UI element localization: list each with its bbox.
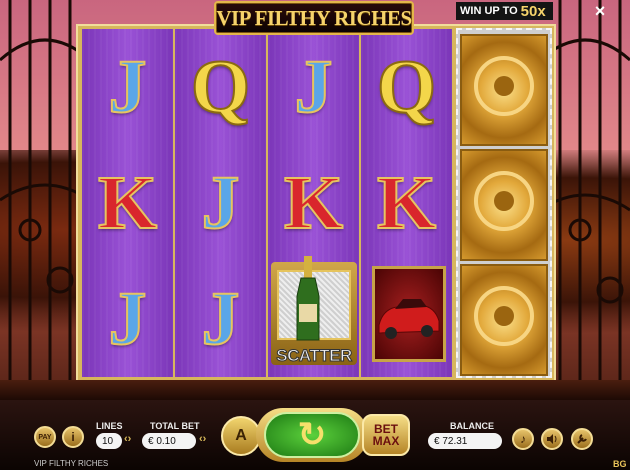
paytable-button[interactable]: PAY <box>34 426 56 448</box>
symbol-J: J <box>108 277 148 361</box>
scatter-label: SCATTER <box>276 346 353 366</box>
spin-button[interactable]: ↻ <box>264 412 360 458</box>
red-car-icon <box>378 299 440 339</box>
reel-2: Q J J <box>175 29 266 377</box>
car-background <box>375 269 443 359</box>
win-up-badge: WIN UP TO 50x <box>456 2 553 20</box>
info-button[interactable]: i <box>62 426 84 448</box>
lines-label: LINES <box>96 421 123 431</box>
symbol-J: J <box>201 161 241 245</box>
reel-grid: J K J Q J J J K SCATTER Q K <box>82 29 452 377</box>
symbol-J: J <box>201 277 241 361</box>
symbol-Q: Q <box>376 45 437 129</box>
symbol-K: K <box>97 161 158 245</box>
wrench-icon[interactable] <box>571 428 593 450</box>
symbol-J: J <box>108 45 148 129</box>
music-icon[interactable]: ♪ <box>512 428 534 450</box>
win-up-prefix: WIN UP TO <box>460 5 518 17</box>
reel-4: Q K <box>361 29 452 377</box>
vault-door-icon <box>460 34 548 146</box>
footer-game-name: VIP FILTHY RICHES <box>34 459 109 468</box>
symbol-J: J <box>294 45 334 129</box>
reel-1: J K J <box>82 29 173 377</box>
close-icon[interactable]: × <box>590 1 610 21</box>
lines-stepper-icon[interactable]: ‹› <box>124 433 131 445</box>
symbol-K: K <box>283 161 344 245</box>
symbol-Q: Q <box>190 45 251 129</box>
autoplay-button[interactable]: A <box>221 416 261 456</box>
champagne-bottle-icon <box>296 256 320 341</box>
provider-logo: BG <box>613 459 627 469</box>
vault-door-icon <box>460 264 548 376</box>
symbol-scatter: SCATTER <box>271 256 357 366</box>
symbol-K: K <box>376 161 437 245</box>
symbol-car <box>372 266 446 362</box>
bet-max-button[interactable]: BET MAX <box>362 414 410 456</box>
bet-stepper-icon[interactable]: ‹› <box>199 433 206 445</box>
total-bet-label: TOTAL BET <box>150 421 200 431</box>
win-up-value: 50x <box>520 2 546 20</box>
speaker-icon[interactable] <box>541 428 563 450</box>
game-scene: J K J Q J J J K SCATTER Q K VIP FILTHY R… <box>0 0 630 470</box>
reel-3: J K SCATTER <box>268 29 359 377</box>
balance-field: € 72.31 <box>428 433 502 449</box>
bonus-vault-reel <box>456 28 552 378</box>
game-title: VIP FILTHY RICHES <box>214 1 414 35</box>
lines-field[interactable]: 10 <box>96 433 122 449</box>
reel-bottom-rail <box>0 380 630 400</box>
vault-door-icon <box>460 149 548 261</box>
balance-label: BALANCE <box>450 421 494 431</box>
total-bet-field[interactable]: € 0.10 <box>142 433 196 449</box>
